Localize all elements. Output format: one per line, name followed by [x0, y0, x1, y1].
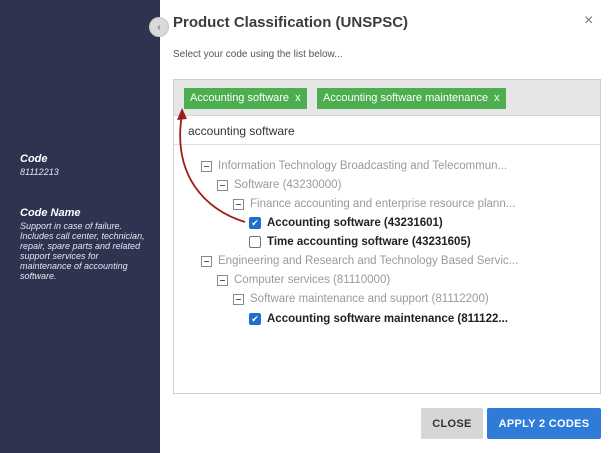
classification-panel: Accounting software x Accounting software… [173, 79, 601, 394]
chip-label: Accounting software [190, 92, 290, 104]
checkbox-checked-icon[interactable]: ✔ [249, 313, 261, 325]
close-icon[interactable]: × [584, 12, 593, 30]
collapse-node-icon[interactable] [217, 274, 228, 286]
tree-leaf[interactable]: ✔ Accounting software (43231601) [249, 215, 443, 231]
code-name-value: Support in case of failure. Includes cal… [20, 221, 145, 281]
details-sidebar: Code 81112213 Code Name Support in case … [0, 0, 160, 453]
remove-chip-icon[interactable]: x [295, 92, 301, 104]
search-input[interactable] [174, 117, 600, 145]
checkbox-checked-icon[interactable]: ✔ [249, 217, 261, 229]
checkbox-icon[interactable] [249, 236, 261, 248]
tree-leaf-label: Accounting software maintenance (811122.… [267, 313, 508, 325]
dialog-title: Product Classification (UNSPSC) [173, 14, 409, 31]
tree-node[interactable]: Engineering and Research and Technology … [201, 253, 518, 269]
remove-chip-icon[interactable]: x [494, 92, 500, 104]
collapse-node-icon[interactable] [233, 198, 244, 210]
collapse-node-icon[interactable] [233, 293, 244, 305]
selected-code-chip: Accounting software maintenance x [317, 88, 506, 109]
tree-node-label: Finance accounting and enterprise resour… [250, 198, 516, 210]
tree-node[interactable]: Finance accounting and enterprise resour… [233, 196, 515, 212]
chevron-left-icon: ‹ [157, 21, 161, 33]
collapse-node-icon[interactable] [201, 255, 212, 267]
tree-node-label: Information Technology Broadcasting and … [218, 160, 508, 172]
close-button[interactable]: CLOSE [421, 408, 483, 439]
chip-label: Accounting software maintenance [323, 92, 489, 104]
collapse-node-icon[interactable] [201, 160, 212, 172]
tree-leaf-label: Accounting software (43231601) [267, 217, 443, 229]
tree-leaf-label: Time accounting software (43231605) [267, 236, 471, 248]
tree-leaf[interactable]: ✔ Accounting software maintenance (81112… [249, 311, 508, 327]
code-label: Code [20, 153, 48, 165]
tree-node-label: Software maintenance and support (811122… [250, 293, 489, 305]
apply-codes-button[interactable]: APPLY 2 CODES [487, 408, 601, 439]
dialog-subtitle: Select your code using the list below... [173, 49, 343, 60]
tree-node-label: Engineering and Research and Technology … [218, 255, 519, 267]
tree-node[interactable]: Software maintenance and support (811122… [233, 291, 489, 307]
tree-leaf[interactable]: Time accounting software (43231605) [249, 234, 471, 250]
code-name-label: Code Name [20, 207, 81, 219]
tree-node[interactable]: Information Technology Broadcasting and … [201, 158, 507, 174]
code-section: Code 81112213 [20, 153, 148, 177]
tree-node-label: Computer services (81110000) [234, 274, 391, 286]
collapse-sidebar-button[interactable]: ‹ [149, 17, 169, 37]
tree-node[interactable]: Software (43230000) [217, 177, 341, 193]
code-name-section: Code Name Support in case of failure. In… [20, 207, 148, 281]
selected-code-chip: Accounting software x [184, 88, 307, 109]
tree-node-label: Software (43230000) [234, 179, 342, 191]
collapse-node-icon[interactable] [217, 179, 228, 191]
tree-node[interactable]: Computer services (81110000) [217, 272, 390, 288]
selected-codes-bar: Accounting software x Accounting software… [174, 80, 600, 116]
code-value: 81112213 [20, 167, 59, 177]
